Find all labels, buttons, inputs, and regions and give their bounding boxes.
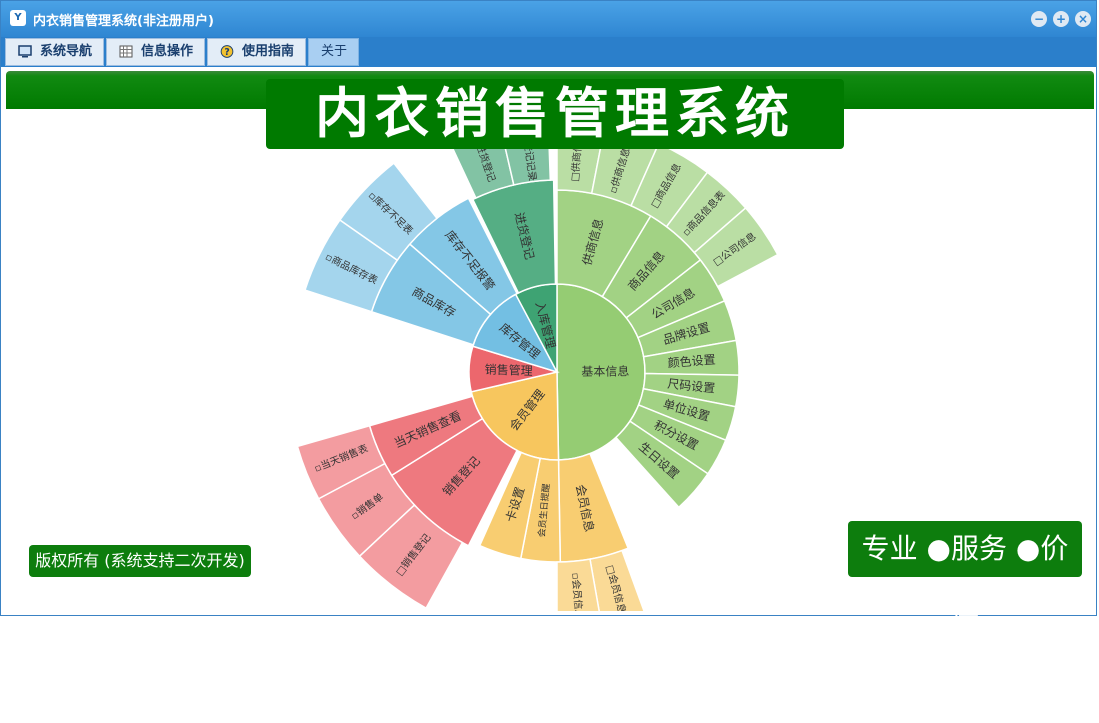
tab-label: 使用指南 [242, 44, 295, 59]
help-icon: ? [220, 45, 234, 58]
page-title: 内衣销售管理系统 [266, 79, 844, 149]
tab-label: 关于 [321, 44, 348, 59]
app-window: Y 内衣销售管理系统(非注册用户) − + × 系统导航 信息操作 ? 使用指南… [0, 0, 1097, 621]
tab-bar: 系统导航 信息操作 ? 使用指南 关于 [1, 37, 1096, 67]
window-title: 内衣销售管理系统(非注册用户) [33, 14, 214, 29]
tab-user-guide[interactable]: ? 使用指南 [207, 38, 306, 66]
grid-icon [119, 45, 133, 58]
slogan-badge: 专业 ●服务 ●价值 [848, 521, 1082, 621]
svg-text:?: ? [224, 47, 229, 58]
tab-system-navigation[interactable]: 系统导航 [5, 38, 104, 66]
sunburst-mid-9[interactable]: 会员信息 [557, 452, 630, 563]
segment-label: 基本信息 [581, 363, 629, 378]
segment-label: 销售管理 [484, 361, 533, 378]
title-bar: Y 内衣销售管理系统(非注册用户) − + × [1, 1, 1096, 37]
tab-info-operation[interactable]: 信息操作 [106, 38, 205, 66]
tab-label: 系统导航 [40, 44, 93, 59]
minimize-icon[interactable]: − [1031, 11, 1047, 27]
maximize-icon[interactable]: + [1053, 11, 1069, 27]
content-area: 基本信息 会员管理 销售管理 库存管理 入库管理 供商信息 商品信息 公司信息 品牌设置 颜色设置… [6, 71, 1094, 621]
tab-about[interactable]: 关于 [308, 38, 359, 66]
app-icon: Y [10, 10, 26, 26]
close-icon[interactable]: × [1075, 11, 1091, 27]
tab-label: 信息操作 [141, 44, 194, 59]
monitor-icon [18, 45, 32, 58]
copyright-badge: 版权所有 (系统支持二次开发) [29, 545, 251, 577]
sunburst-outer-5[interactable]: □会员信息 [589, 549, 646, 611]
